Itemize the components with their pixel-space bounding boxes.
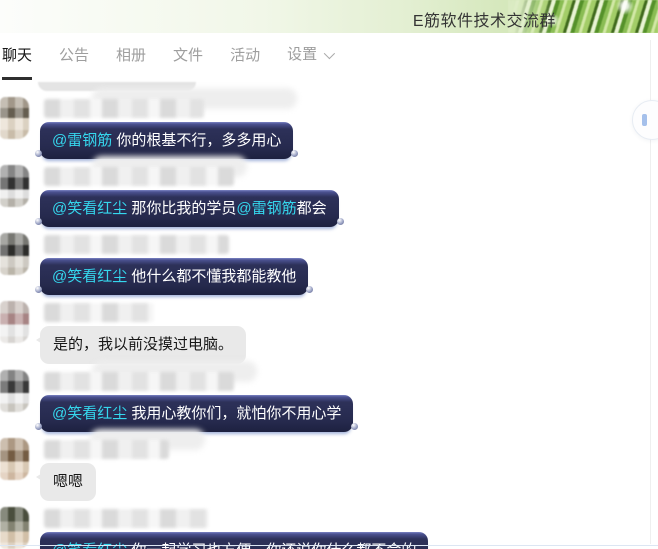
group-tab-bar: 聊天 公告 相册 文件 活动 设置: [0, 33, 658, 80]
chat-bubble-clipped[interactable]: @笑看红尘 你一起学习也方便，你还说你什么都不会的: [40, 532, 428, 549]
avatar[interactable]: [0, 301, 29, 343]
tab-album[interactable]: 相册: [116, 33, 146, 77]
group-banner: E筋软件技术交流群: [0, 0, 658, 33]
tab-settings-label: 设置: [287, 32, 317, 78]
mention-link[interactable]: @笑看红尘: [52, 200, 127, 217]
group-chat-window: E筋软件技术交流群 聊天 公告 相册 文件 活动 设置 @雷钢筋 你的根基不行，…: [0, 0, 658, 549]
message-group: @笑看红尘 他什么都不懂我都能教他: [0, 227, 658, 295]
chat-bubble[interactable]: 是的，我以前没摸过电脑。: [40, 326, 246, 364]
censored-username: [44, 440, 169, 459]
avatar[interactable]: [0, 233, 29, 275]
message-text: 都会: [297, 200, 327, 217]
message-group: @笑看红尘 我用心教你们，就怕你不用心学: [0, 364, 658, 432]
tab-announcement[interactable]: 公告: [59, 33, 89, 77]
mention-link[interactable]: @笑看红尘: [52, 405, 127, 422]
scroll-indicator-icon: [642, 114, 647, 126]
tab-files[interactable]: 文件: [173, 33, 203, 77]
avatar[interactable]: [0, 438, 29, 480]
chat-message-list[interactable]: @雷钢筋 你的根基不行，多多用心 @笑看红尘 那你比我的学员@雷钢筋都会 @笑看…: [0, 80, 658, 549]
censored-username: [44, 167, 234, 186]
message-group: 是的，我以前没摸过电脑。: [0, 295, 658, 364]
message-group: @笑看红尘 那你比我的学员@雷钢筋都会: [0, 159, 658, 227]
chat-bubble[interactable]: @笑看红尘 他什么都不懂我都能教他: [40, 258, 308, 295]
tab-settings[interactable]: 设置: [287, 33, 332, 77]
window-bottom-border: [0, 545, 658, 546]
mention-link[interactable]: @雷钢筋: [236, 200, 296, 217]
message-text: 是的，我以前没摸过电脑。: [53, 336, 233, 353]
avatar[interactable]: [0, 165, 29, 207]
group-title: E筋软件技术交流群: [413, 7, 556, 31]
message-text: 那你比我的学员: [127, 200, 236, 217]
message-text: 你的根基不行，多多用心: [112, 132, 281, 149]
censored-username: [44, 99, 204, 118]
message-text: 他什么都不懂我都能教他: [127, 268, 296, 285]
avatar[interactable]: [0, 370, 29, 412]
chat-bubble[interactable]: @雷钢筋 你的根基不行，多多用心: [40, 122, 293, 159]
message-text: 嗯嗯: [53, 473, 83, 490]
censored-username: [44, 372, 234, 391]
message-group: @笑看红尘 你一起学习也方便，你还说你什么都不会的: [0, 501, 658, 549]
avatar[interactable]: [0, 97, 29, 139]
message-group: @雷钢筋 你的根基不行，多多用心: [0, 91, 658, 159]
tab-activities[interactable]: 活动: [230, 33, 260, 77]
message-text: 我用心教你们，就怕你不用心学: [127, 405, 341, 422]
chat-bubble[interactable]: @笑看红尘 那你比我的学员@雷钢筋都会: [40, 190, 339, 227]
censored-username: [44, 235, 229, 254]
chat-bubble[interactable]: @笑看红尘 我用心教你们，就怕你不用心学: [40, 395, 353, 432]
censored-username: [44, 509, 209, 528]
chat-bubble[interactable]: 嗯嗯: [40, 463, 96, 501]
censored-username: [44, 303, 154, 322]
mention-link[interactable]: @笑看红尘: [52, 268, 127, 285]
tab-chat[interactable]: 聊天: [2, 33, 32, 80]
chevron-down-icon: [324, 48, 335, 59]
message-group: 嗯嗯: [0, 432, 658, 501]
mention-link[interactable]: @雷钢筋: [52, 132, 112, 149]
avatar[interactable]: [0, 507, 29, 549]
